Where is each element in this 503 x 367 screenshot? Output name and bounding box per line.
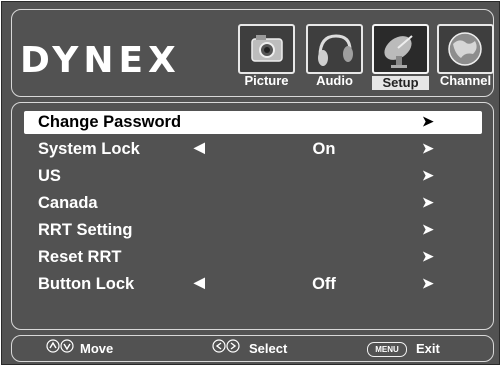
tab-picture[interactable]: Picture [238,24,295,88]
tab-audio[interactable]: Audio [306,24,363,88]
camera-icon [238,24,295,74]
arrow-right-icon: ➤ [422,113,434,129]
globe-icon [437,24,494,74]
menu-item-label: Reset RRT [38,248,122,266]
headphones-icon [306,24,363,74]
arrow-left-icon[interactable]: ◀ [194,274,205,291]
menu-item-us[interactable]: US ➤ [24,165,482,188]
footer-hint-bar: Move Select MENU Exit [11,335,494,362]
move-hint-label: Move [80,341,114,356]
menu-item-system-lock[interactable]: System Lock ◀ On ➤ [24,138,482,161]
menu-item-label: System Lock [38,140,140,158]
osd-menu-frame: DYNEX Picture Audio Setup Channel Change… [1,1,500,365]
header-panel: DYNEX Picture Audio Setup Channel [11,9,494,97]
menu-item-value: Off [312,275,336,293]
menu-item-label: Button Lock [38,275,135,293]
arrow-left-icon[interactable]: ◀ [194,139,205,156]
arrow-right-icon[interactable]: ➤ [422,140,434,157]
menu-item-rrt-setting[interactable]: RRT Setting ➤ [24,219,482,242]
up-down-keys-icon [46,339,74,353]
select-hint-label: Select [249,341,288,356]
menu-item-change-password[interactable]: Change Password ➤ [24,111,482,134]
arrow-right-icon: ➤ [422,221,434,237]
arrow-right-icon: ➤ [422,194,434,210]
tab-label: Channel [439,73,492,88]
left-right-keys-icon [212,339,240,353]
menu-item-value: On [312,140,336,158]
menu-item-label: US [38,167,61,185]
tab-label: Setup [372,76,429,90]
arrow-right-icon: ➤ [422,248,434,264]
tab-label: Audio [316,73,353,88]
satellite-dish-icon [372,24,429,74]
menu-item-label: Canada [38,194,98,212]
menu-item-button-lock[interactable]: Button Lock ◀ Off ➤ [24,273,482,296]
tab-label: Picture [244,73,289,88]
menu-item-reset-rrt[interactable]: Reset RRT ➤ [24,246,482,269]
tab-channel[interactable]: Channel [437,24,494,88]
menu-item-label: Change Password [38,113,182,131]
menu-key-icon: MENU [367,342,407,357]
exit-hint-label: Exit [416,341,440,356]
menu-item-label: RRT Setting [38,221,133,239]
brand-logo: DYNEX [20,40,181,81]
arrow-right-icon[interactable]: ➤ [422,275,434,292]
arrow-right-icon: ➤ [422,167,434,183]
setup-menu-panel: Change Password ➤ System Lock ◀ On ➤ US … [11,102,494,330]
tab-setup[interactable]: Setup [372,24,429,90]
menu-item-canada[interactable]: Canada ➤ [24,192,482,215]
